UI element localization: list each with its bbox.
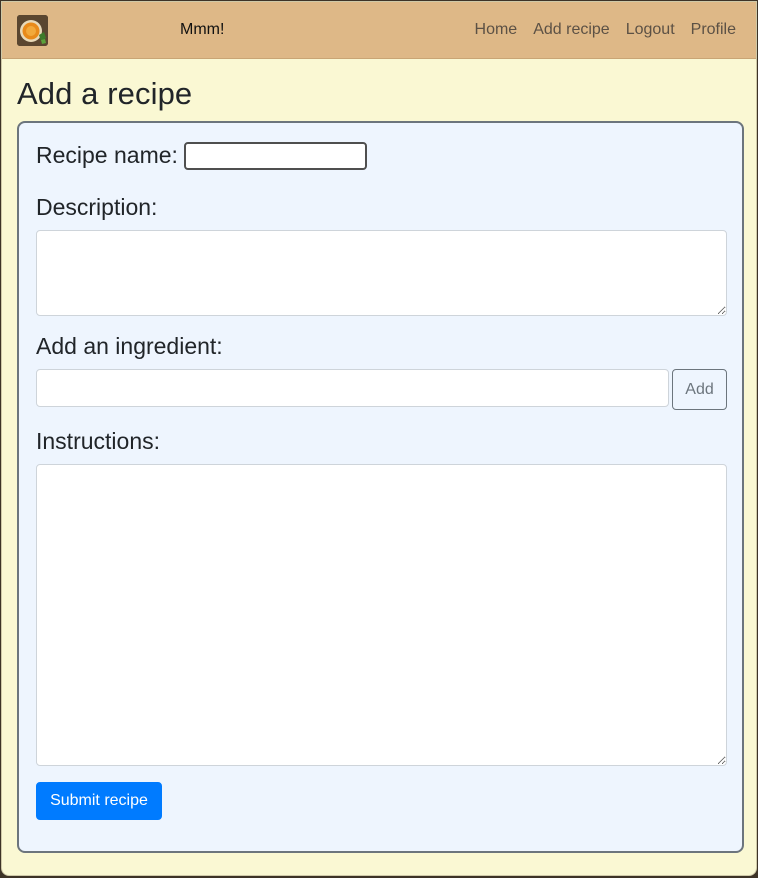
description-textarea[interactable] xyxy=(36,230,727,316)
navbar: Mmm! Home Add recipe Logout Profile xyxy=(2,2,756,59)
nav-logout-link[interactable]: Logout xyxy=(626,21,675,39)
brand-link[interactable]: Mmm! xyxy=(180,21,224,39)
ingredient-input[interactable] xyxy=(36,369,669,407)
add-ingredient-button[interactable]: Add xyxy=(672,369,727,410)
recipe-name-label: Recipe name: xyxy=(36,142,178,168)
browser-viewport: Mmm! Home Add recipe Logout Profile Add … xyxy=(1,1,757,876)
nav-home-link[interactable]: Home xyxy=(475,21,518,39)
nav-links: Home Add recipe Logout Profile xyxy=(475,21,736,39)
recipe-name-input[interactable] xyxy=(184,142,367,170)
nav-add-recipe-link[interactable]: Add recipe xyxy=(533,21,610,39)
description-label: Description: xyxy=(36,194,158,220)
instructions-textarea[interactable] xyxy=(36,464,727,766)
soup-bowl-icon[interactable] xyxy=(17,15,48,46)
page-title: Add a recipe xyxy=(17,76,193,111)
instructions-label: Instructions: xyxy=(36,428,160,454)
add-recipe-form: Recipe name: Description: Add an ingredi… xyxy=(17,121,744,853)
nav-profile-link[interactable]: Profile xyxy=(691,21,736,39)
ingredient-label: Add an ingredient: xyxy=(36,333,223,359)
submit-recipe-button[interactable]: Submit recipe xyxy=(36,782,162,820)
